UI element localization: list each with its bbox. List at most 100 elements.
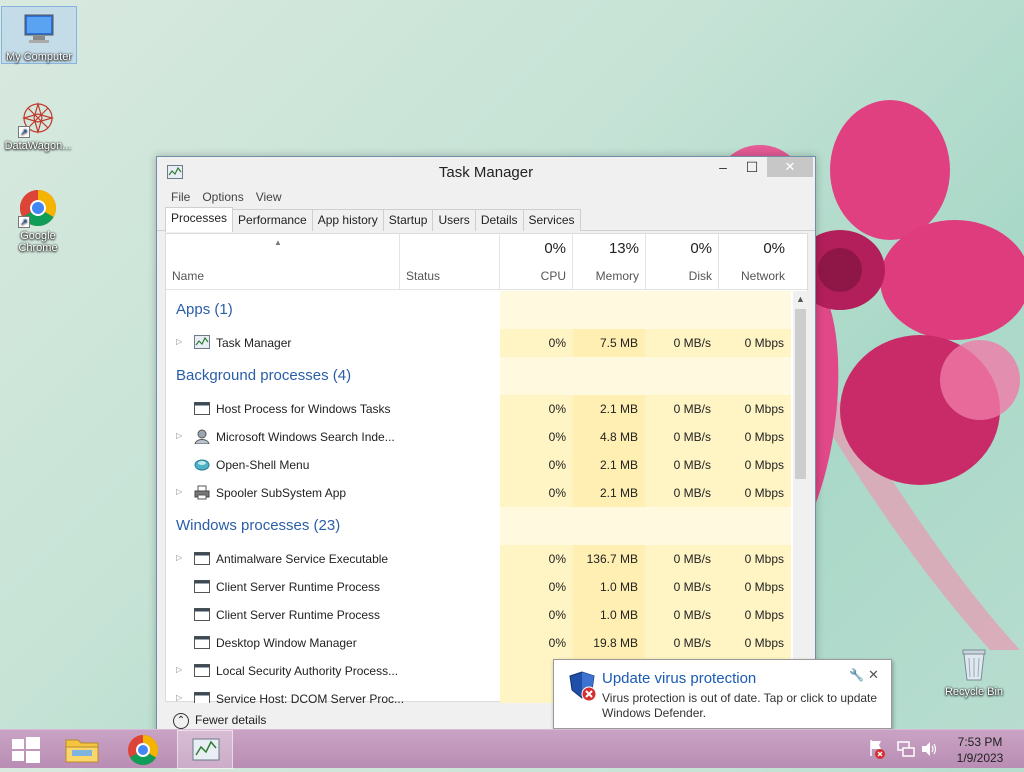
process-row[interactable]: Host Process for Windows Tasks 0% 2.1 MB… [166, 395, 793, 423]
desktop-icon-recycle-bin[interactable]: Recycle Bin [936, 642, 1012, 698]
process-row[interactable]: ▷ Antimalware Service Executable 0% 136.… [166, 545, 793, 573]
printer-icon [194, 485, 210, 500]
tab-users[interactable]: Users [432, 209, 476, 231]
sort-ascending-icon: ▲ [274, 238, 282, 247]
close-icon[interactable]: ✕ [868, 667, 879, 683]
process-rows: Apps (1) ▷ Task Manager 0% 7.5 MB 0 MB/s… [166, 291, 793, 703]
menu-options[interactable]: Options [196, 187, 249, 207]
expand-arrow-icon[interactable]: ▷ [176, 431, 182, 440]
group-header-background[interactable]: Background processes (4) [166, 357, 793, 395]
column-name[interactable]: Name [172, 269, 204, 283]
tab-services[interactable]: Services [522, 209, 581, 231]
memory-value: 7.5 MB [599, 336, 638, 350]
expand-arrow-icon[interactable]: ▷ [176, 665, 182, 674]
memory-value: 4.8 MB [599, 430, 638, 444]
fewer-details-button[interactable]: ⌃ Fewer details [173, 713, 266, 729]
system-clock[interactable]: 7:53 PM 1/9/2023 [944, 734, 1016, 766]
tab-performance[interactable]: Performance [232, 209, 313, 231]
scroll-up-icon[interactable]: ▲ [793, 291, 808, 307]
network-value: 0 Mbps [744, 336, 784, 350]
process-name: Host Process for Windows Tasks [216, 402, 391, 416]
process-row[interactable]: Desktop Window Manager 0% 19.8 MB 0 MB/s… [166, 629, 793, 657]
expand-arrow-icon[interactable]: ▷ [176, 553, 182, 562]
desktop-icon-google-chrome[interactable]: ↗ Google Chrome [0, 186, 76, 254]
expand-arrow-icon[interactable]: ▷ [176, 693, 182, 702]
desktop-icon-datawagon[interactable]: ↗ DataWagon... [0, 96, 76, 152]
process-row[interactable]: ▷ Microsoft Windows Search Inde... 0% 4.… [166, 423, 793, 451]
group-header-windows[interactable]: Windows processes (23) [166, 507, 793, 545]
process-name: Desktop Window Manager [216, 636, 357, 650]
title-bar[interactable]: Task Manager – ☐ ✕ [157, 157, 815, 187]
memory-value: 2.1 MB [599, 486, 638, 500]
notification-title: Update virus protection [602, 670, 757, 687]
tab-app-history[interactable]: App history [311, 209, 384, 231]
column-memory[interactable]: Memory [569, 269, 639, 283]
process-name: Client Server Runtime Process [216, 608, 381, 622]
desktop-icon-label: DataWagon... [4, 140, 72, 152]
maximize-button[interactable]: ☐ [738, 157, 766, 177]
process-name: Microsoft Windows Search Inde... [216, 430, 395, 444]
cpu-value: 0% [548, 430, 566, 444]
chrome-icon [128, 735, 159, 766]
expand-arrow-icon[interactable]: ▷ [176, 337, 182, 346]
folder-icon [65, 739, 99, 763]
task-manager-icon [192, 738, 220, 761]
process-name: Client Server Runtime Process [216, 580, 381, 594]
process-row[interactable]: Open-Shell Menu 0% 2.1 MB 0 MB/s 0 Mbps [166, 451, 793, 479]
taskbar-file-explorer[interactable] [54, 730, 110, 769]
tab-processes[interactable]: Processes [165, 207, 234, 232]
disk-value: 0 MB/s [673, 608, 711, 622]
taskbar: 7:53 PM 1/9/2023 [0, 729, 1024, 769]
minimize-button[interactable]: – [709, 157, 737, 177]
computer-icon [19, 9, 59, 49]
network-icon[interactable] [897, 738, 915, 760]
fewer-details-label: Fewer details [195, 713, 267, 728]
chrome-icon: ↗ [18, 188, 58, 228]
task-manager-window: Task Manager – ☐ ✕ File Options View Proce… [156, 156, 816, 736]
column-status[interactable]: Status [406, 269, 440, 283]
scroll-thumb[interactable] [795, 309, 806, 479]
process-row[interactable]: Client Server Runtime Process 0% 1.0 MB … [166, 601, 793, 629]
disk-value: 0 MB/s [673, 486, 711, 500]
cpu-value: 0% [548, 486, 566, 500]
windows-logo-icon [12, 737, 40, 763]
column-network[interactable]: Network [715, 269, 785, 283]
volume-icon[interactable] [920, 738, 938, 760]
window-process-icon [194, 580, 210, 593]
expand-arrow-icon[interactable]: ▷ [176, 487, 182, 496]
defender-notification[interactable]: Update virus protection Virus protection… [553, 659, 892, 739]
memory-value: 2.1 MB [599, 402, 638, 416]
desktop-icon-my-computer[interactable]: My Computer [1, 6, 77, 64]
process-name: Spooler SubSystem App [216, 486, 347, 500]
process-row[interactable]: ▷ Task Manager 0% 7.5 MB 0 MB/s 0 Mbps [166, 329, 793, 357]
shell-icon [194, 459, 210, 471]
wrench-icon[interactable]: 🔧 [849, 668, 864, 682]
network-value: 0 Mbps [744, 580, 784, 594]
tab-details[interactable]: Details [474, 209, 524, 231]
notification-text: Virus protection is out of date. Tap or … [602, 691, 878, 720]
clock-time: 7:53 PM [957, 735, 1003, 749]
task-manager-icon [194, 335, 210, 349]
recycle-bin-icon [954, 644, 994, 684]
window-process-icon [194, 552, 210, 565]
action-center-flag-warning-icon[interactable] [868, 738, 886, 760]
process-name: Service Host: DCOM Server Proc... [216, 692, 405, 703]
tab-startup[interactable]: Startup [382, 209, 434, 231]
network-value: 0 Mbps [744, 608, 784, 622]
process-row[interactable]: ▷ Spooler SubSystem App 0% 2.1 MB 0 MB/s… [166, 479, 793, 507]
group-header-apps[interactable]: Apps (1) [166, 291, 793, 329]
close-button[interactable]: ✕ [767, 157, 813, 177]
window-process-icon [194, 692, 210, 703]
network-value: 0 Mbps [744, 458, 784, 472]
cpu-value: 0% [548, 336, 566, 350]
taskbar-task-manager[interactable] [177, 730, 233, 769]
column-cpu[interactable]: CPU [496, 269, 566, 283]
column-disk[interactable]: Disk [642, 269, 712, 283]
taskbar-chrome[interactable] [115, 730, 171, 769]
start-button[interactable] [0, 730, 56, 769]
vertical-scrollbar[interactable]: ▲ [793, 291, 808, 703]
process-row[interactable]: Client Server Runtime Process 0% 1.0 MB … [166, 573, 793, 601]
menu-view[interactable]: View [250, 187, 288, 207]
process-name: Task Manager [216, 336, 292, 350]
menu-file[interactable]: File [165, 187, 196, 207]
